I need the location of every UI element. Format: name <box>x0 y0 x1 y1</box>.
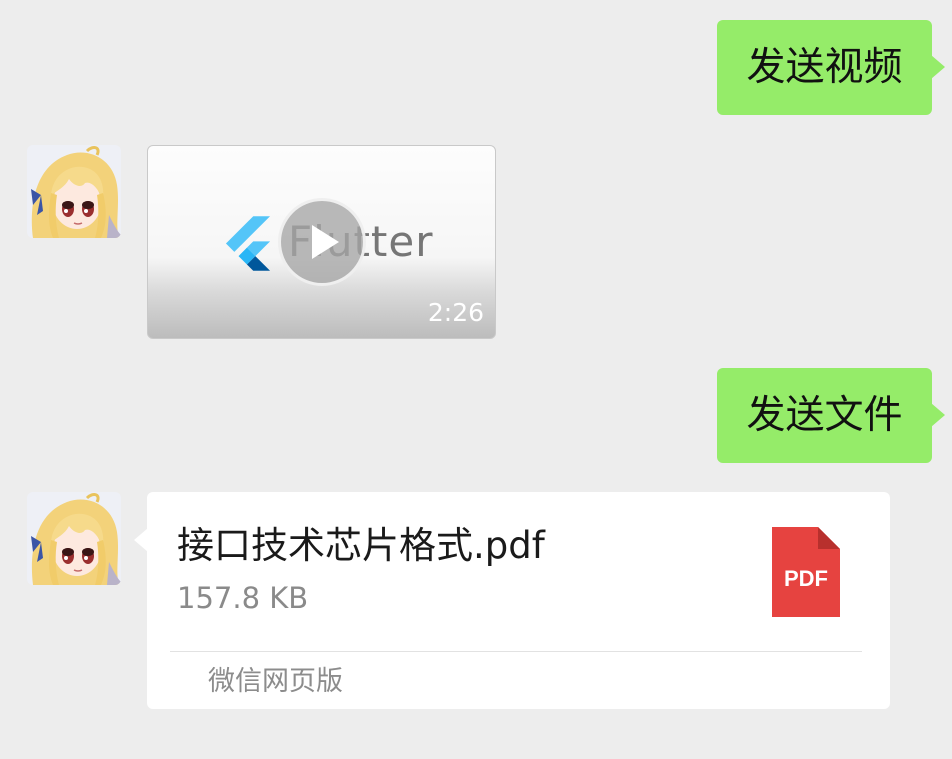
pdf-file-icon: PDF <box>772 527 840 617</box>
divider <box>170 651 862 652</box>
bubble-tail <box>931 55 945 79</box>
play-icon <box>312 225 339 259</box>
anime-girl-avatar-icon <box>27 492 121 585</box>
source-label: 微信网页版 <box>208 666 343 697</box>
anime-girl-avatar-icon <box>27 145 121 238</box>
file-size: 157.8 KB <box>177 581 309 615</box>
video-message-card[interactable]: Flutter 2:26 <box>147 145 496 339</box>
sender-avatar[interactable] <box>27 492 121 585</box>
bubble-tail <box>134 528 148 552</box>
sender-avatar[interactable] <box>27 145 121 238</box>
message-text: 发送文件 <box>746 393 903 438</box>
play-button[interactable] <box>278 198 366 286</box>
file-message-card[interactable]: 接口技术芯片格式.pdf 157.8 KB PDF 微信网页版 <box>134 492 890 709</box>
flutter-logo-icon <box>225 216 271 271</box>
message-text: 发送视频 <box>746 45 903 90</box>
file-name: 接口技术芯片格式.pdf <box>177 524 545 567</box>
video-duration: 2:26 <box>427 298 484 327</box>
bubble-tail <box>931 403 945 427</box>
outgoing-message-bubble[interactable]: 发送视频 <box>717 20 945 115</box>
outgoing-message-bubble[interactable]: 发送文件 <box>717 368 945 463</box>
pdf-icon-label: PDF <box>784 566 828 591</box>
chat-screen: 发送视频 Flutte <box>0 0 952 759</box>
